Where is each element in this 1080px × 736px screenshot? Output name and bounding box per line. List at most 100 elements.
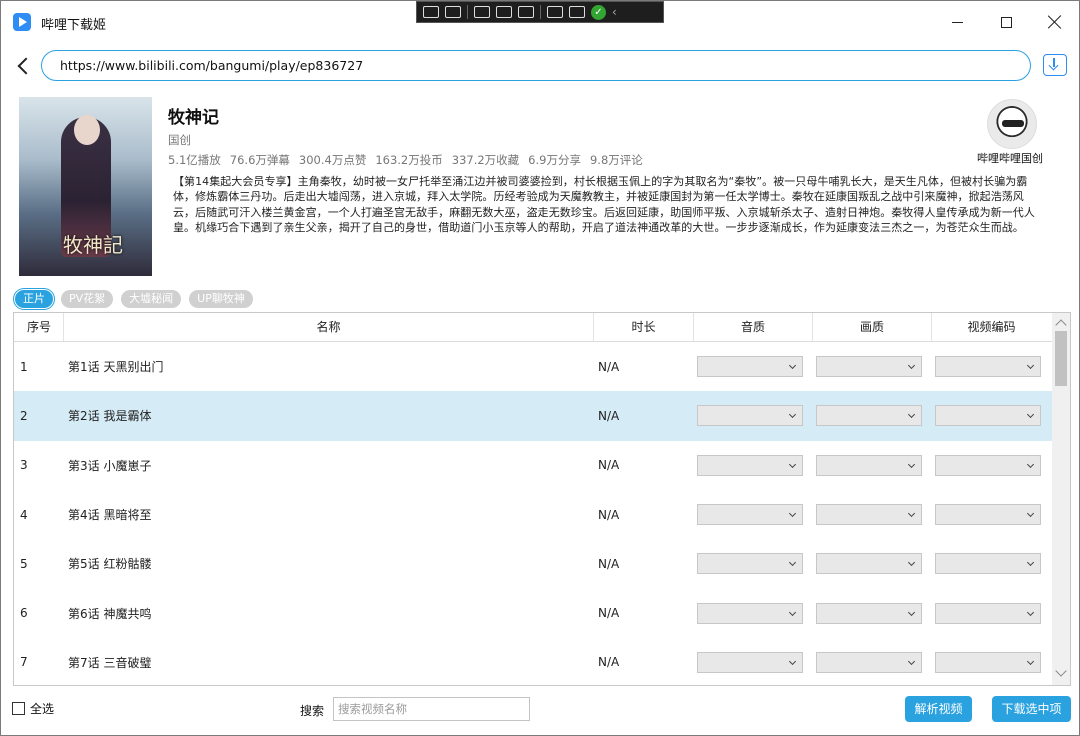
chevron-left-icon[interactable]: ‹ — [612, 5, 617, 19]
video-quality-cell — [813, 441, 932, 490]
video-quality-select[interactable] — [816, 553, 922, 575]
back-button[interactable] — [13, 55, 33, 77]
toolbar-divider — [540, 5, 541, 19]
column-header-duration[interactable]: 时长 — [594, 313, 694, 341]
scroll-capture-icon[interactable] — [518, 6, 534, 18]
audio-quality-select[interactable] — [697, 405, 803, 427]
video-codec-select[interactable] — [935, 356, 1041, 378]
download-selected-button[interactable]: 下载选中项 — [992, 696, 1071, 722]
accessibility-icon[interactable] — [569, 6, 585, 18]
audio-quality-cell — [694, 490, 813, 539]
row-episode-name: 第4话 黑暗将至 — [68, 508, 152, 523]
episode-table: 序号 名称 时长 音质 画质 视频编码 1 第1话 天黑别出门 N/A 2 第2话 我是… — [13, 312, 1071, 686]
video-quality-cell — [813, 588, 932, 637]
table-row[interactable]: 2 第2话 我是霸体 N/A — [14, 391, 1052, 441]
scroll-up-icon[interactable] — [1055, 319, 1067, 331]
search-input[interactable] — [333, 697, 530, 721]
download-manager-icon[interactable] — [1043, 54, 1067, 76]
row-index: 6 — [20, 606, 28, 621]
row-episode-name: 第7话 三音破璧 — [68, 655, 152, 670]
show-category: 国创 — [168, 133, 191, 147]
video-quality-select[interactable] — [816, 405, 922, 427]
column-header-name[interactable]: 名称 — [64, 313, 594, 341]
column-header-codec[interactable]: 视频编码 — [932, 313, 1051, 341]
scrollbar-thumb[interactable] — [1055, 331, 1067, 386]
video-quality-cell — [813, 638, 932, 685]
column-header-video[interactable]: 画质 — [813, 313, 932, 341]
stat-coins: 163.2万投币 — [375, 153, 443, 167]
pointer-icon[interactable] — [474, 6, 490, 18]
audio-quality-cell — [694, 638, 813, 685]
video-codec-cell — [932, 539, 1051, 588]
tab-main-episodes[interactable]: 正片 — [15, 290, 53, 308]
stat-danmaku: 76.6万弹幕 — [229, 153, 290, 167]
tab-secrets[interactable]: 大墟秘闻 — [121, 290, 182, 308]
audio-quality-cell — [694, 588, 813, 637]
audio-quality-cell — [694, 441, 813, 490]
audio-quality-select[interactable] — [697, 356, 803, 378]
audio-quality-select[interactable] — [697, 553, 803, 575]
author-name[interactable]: 哔哩哔哩国创 — [977, 150, 1043, 166]
app-logo-icon — [13, 13, 31, 31]
audio-quality-select[interactable] — [697, 602, 803, 624]
tab-pv[interactable]: PV花絮 — [61, 290, 114, 308]
video-info-panel: 牧神記 牧神记 国创 5.1亿播放 76.6万弹幕 300.4万点赞 163.2… — [1, 91, 1079, 281]
column-header-audio[interactable]: 音质 — [694, 313, 813, 341]
row-episode-name: 第2话 我是霸体 — [68, 409, 152, 424]
search-label: 搜索 — [300, 704, 325, 718]
video-codec-select[interactable] — [935, 553, 1041, 575]
stat-comments: 9.8万评论 — [589, 153, 643, 167]
table-row[interactable]: 6 第6话 神魔共鸣 N/A — [14, 588, 1052, 637]
capture-toolbar: ✓ ‹ — [416, 1, 664, 23]
table-row[interactable]: 3 第3话 小魔崽子 N/A — [14, 441, 1052, 490]
audio-quality-select[interactable] — [697, 651, 803, 673]
audio-quality-cell — [694, 539, 813, 588]
section-tabs: 正片 PV花絮 大墟秘闻 UP聊牧神 — [15, 290, 253, 308]
row-duration: N/A — [598, 359, 620, 374]
video-codec-select[interactable] — [935, 405, 1041, 427]
video-quality-select[interactable] — [816, 504, 922, 526]
video-codec-cell — [932, 490, 1051, 539]
stat-plays: 5.1亿播放 — [168, 153, 221, 167]
close-button[interactable] — [1039, 9, 1071, 35]
table-row[interactable]: 7 第7话 三音破璧 N/A — [14, 638, 1052, 685]
table-row[interactable]: 5 第5话 红粉骷髅 N/A — [14, 539, 1052, 588]
show-title: 牧神记 — [168, 108, 219, 128]
window-capture-icon[interactable] — [496, 6, 512, 18]
video-codec-cell — [932, 638, 1051, 685]
confirm-check-icon[interactable]: ✓ — [591, 4, 606, 20]
select-all-checkbox[interactable] — [12, 702, 25, 715]
table-row[interactable]: 1 第1话 天黑别出门 N/A — [14, 342, 1052, 391]
audio-icon[interactable] — [547, 6, 563, 18]
video-quality-select[interactable] — [816, 454, 922, 476]
scroll-down-icon[interactable] — [1055, 665, 1067, 677]
video-quality-select[interactable] — [816, 651, 922, 673]
video-codec-select[interactable] — [935, 602, 1041, 624]
row-episode-name: 第6话 神魔共鸣 — [68, 606, 152, 621]
author-avatar[interactable] — [987, 99, 1037, 149]
parse-video-button[interactable]: 解析视频 — [905, 696, 972, 722]
tab-up-talk[interactable]: UP聊牧神 — [189, 290, 253, 308]
table-scrollbar[interactable] — [1052, 313, 1070, 685]
show-description: 【第14集起大会员专享】主角秦牧，幼时被一女尸托举至涌江边并被司婆婆捡到，村长根… — [173, 175, 1035, 234]
video-codec-select[interactable] — [935, 651, 1041, 673]
audio-quality-select[interactable] — [697, 504, 803, 526]
select-all[interactable]: 全选 — [12, 700, 54, 717]
audio-quality-select[interactable] — [697, 454, 803, 476]
stat-favorites: 337.2万收藏 — [451, 153, 520, 167]
minimize-button[interactable] — [941, 9, 973, 35]
video-quality-select[interactable] — [816, 356, 922, 378]
row-index: 2 — [20, 408, 28, 423]
maximize-button[interactable] — [990, 9, 1022, 35]
row-duration: N/A — [598, 606, 620, 621]
video-capture-icon[interactable] — [445, 6, 461, 18]
video-quality-cell — [813, 391, 932, 440]
video-codec-select[interactable] — [935, 504, 1041, 526]
url-input[interactable] — [41, 50, 1031, 81]
video-quality-cell — [813, 342, 932, 391]
table-row[interactable]: 4 第4话 黑暗将至 N/A — [14, 490, 1052, 539]
region-capture-icon[interactable] — [423, 6, 439, 18]
video-codec-select[interactable] — [935, 454, 1041, 476]
video-quality-select[interactable] — [816, 602, 922, 624]
column-header-index[interactable]: 序号 — [14, 313, 64, 341]
